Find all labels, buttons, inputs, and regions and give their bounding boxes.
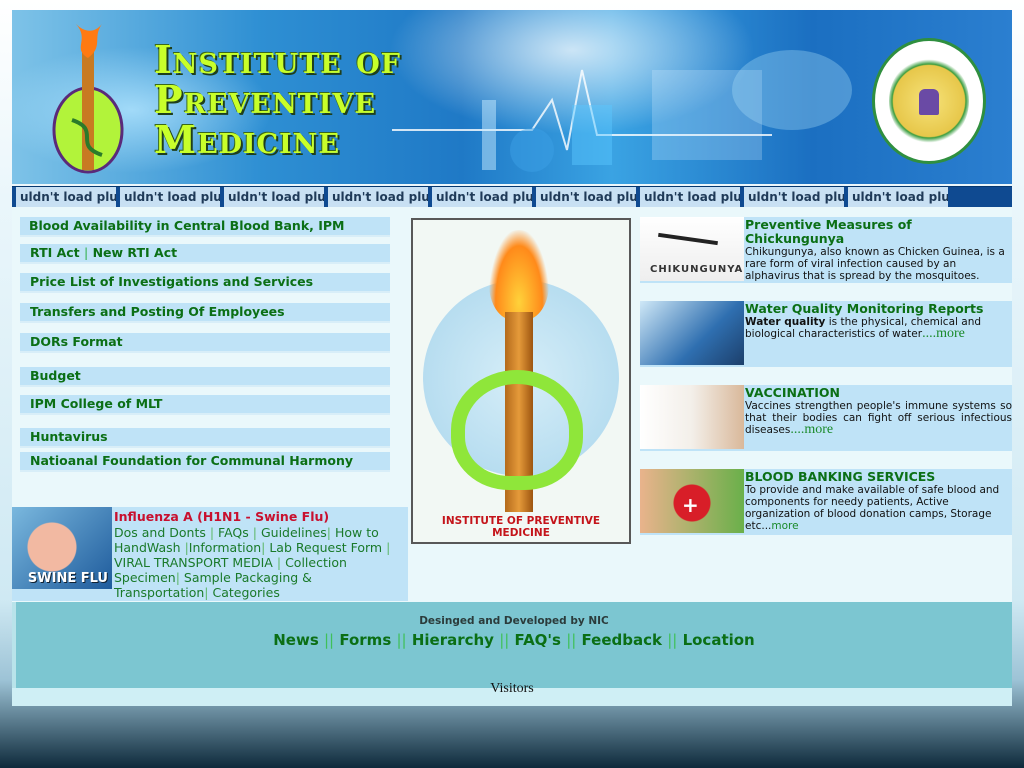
- plugin-placeholder[interactable]: uldn't load plug: [432, 187, 532, 207]
- link-faqs[interactable]: FAQs: [218, 525, 249, 540]
- nav-link-huntavirus[interactable]: Huntavirus: [20, 428, 390, 448]
- nav-link-dors-format[interactable]: DORs Format: [20, 333, 390, 353]
- link-separator: |: [209, 525, 215, 540]
- nav-link-blood-availability[interactable]: Blood Availability in Central Blood Bank…: [20, 217, 390, 237]
- plugin-placeholder[interactable]: uldn't load plug: [848, 187, 948, 207]
- plugin-placeholder[interactable]: uldn't load plug: [640, 187, 740, 207]
- news-body: BLOOD BANKING SERVICES To provide and ma…: [745, 470, 1012, 533]
- ipm-logo-panel: INSTITUTE OF PREVENTIVE MEDICINE: [411, 218, 631, 544]
- plugin-placeholder[interactable]: uldn't load plug: [16, 187, 116, 207]
- footer-link-faqs[interactable]: FAQ's: [515, 631, 561, 649]
- nav-link-budget[interactable]: Budget: [20, 367, 390, 387]
- news-item: VACCINATION Vaccines strengthen people's…: [640, 385, 1012, 451]
- link-separator: |: [204, 585, 209, 600]
- link-separator: |: [326, 525, 331, 540]
- header-banner: Institute of Preventive Medicine: [12, 10, 1012, 184]
- water-quality-thumbnail[interactable]: [640, 301, 744, 365]
- more-link[interactable]: ....more: [922, 326, 965, 341]
- news-body: Water Quality Monitoring Reports Water q…: [745, 302, 1012, 341]
- nav-link-new-rti-act[interactable]: New RTI Act: [93, 245, 178, 260]
- nav-item-rti: RTI Act | New RTI Act: [20, 244, 390, 264]
- swine-flu-badge: SWINE FLU: [27, 571, 108, 586]
- nav-link-communal-harmony[interactable]: Natioanal Foundation for Communal Harmon…: [20, 452, 390, 472]
- news-text-bold: Water quality: [745, 316, 826, 328]
- nav-link-rti-act[interactable]: RTI Act: [30, 245, 80, 260]
- page-container: Institute of Preventive Medicine uldn't …: [12, 10, 1012, 706]
- more-link[interactable]: more: [771, 520, 798, 532]
- lion-capital-icon: [919, 89, 939, 115]
- news-text: Vaccines strengthen people's immune syst…: [745, 400, 1012, 437]
- plugin-placeholder[interactable]: uldn't load plug: [328, 187, 428, 207]
- news-title[interactable]: BLOOD BANKING SERVICES: [745, 470, 1012, 484]
- link-information[interactable]: Information: [189, 540, 261, 555]
- visitors-counter-label: Visitors: [490, 681, 534, 696]
- title-line-1: Institute of: [154, 37, 401, 82]
- link-categories[interactable]: Categories: [212, 585, 279, 600]
- link-lab-request-form[interactable]: Lab Request Form: [269, 540, 382, 555]
- footer-separator: ||: [667, 631, 678, 649]
- link-dos-and-donts[interactable]: Dos and Donts: [114, 525, 206, 540]
- nav-separator: |: [84, 245, 89, 260]
- main-content: Blood Availability in Central Blood Bank…: [12, 207, 1012, 602]
- footer-separator: ||: [324, 631, 335, 649]
- footer-separator: ||: [499, 631, 510, 649]
- footer-link-hierarchy[interactable]: Hierarchy: [412, 631, 494, 649]
- swine-flu-title[interactable]: Influenza A (H1N1 - Swine Flu): [114, 509, 329, 524]
- link-separator: |: [252, 525, 257, 540]
- news-body: VACCINATION Vaccines strengthen people's…: [745, 386, 1012, 437]
- swine-flu-panel: SWINE FLU Influenza A (H1N1 - Swine Flu)…: [12, 507, 408, 601]
- link-separator: |: [175, 570, 180, 585]
- plugin-placeholder[interactable]: uldn't load plug: [744, 187, 844, 207]
- link-separator: |: [276, 555, 282, 570]
- swine-flu-links: Dos and Donts | FAQs | Guidelines| How t…: [114, 525, 399, 600]
- ipm-monogram-icon: [451, 370, 583, 490]
- link-separator: |: [386, 540, 391, 555]
- footer-link-forms[interactable]: Forms: [339, 631, 391, 649]
- logo-caption: INSTITUTE OF PREVENTIVE MEDICINE: [441, 515, 601, 539]
- site-title: Institute of Preventive Medicine: [154, 40, 401, 160]
- news-text: Chikungunya, also known as Chicken Guine…: [745, 246, 1005, 282]
- title-line-3: Medicine: [154, 117, 341, 162]
- footer-link-news[interactable]: News: [273, 631, 319, 649]
- footer-credit: Desinged and Developed by NIC: [419, 615, 609, 627]
- news-title[interactable]: VACCINATION: [745, 386, 1012, 400]
- nav-link-transfers[interactable]: Transfers and Posting Of Employees: [20, 303, 390, 323]
- link-viral-transport-media[interactable]: VIRAL TRANSPORT MEDIA: [114, 555, 273, 570]
- vaccination-thumbnail[interactable]: [640, 385, 744, 449]
- plugin-placeholder[interactable]: uldn't load plug: [120, 187, 220, 207]
- plugin-placeholder[interactable]: uldn't load plug: [224, 187, 324, 207]
- news-text: Water quality is the physical, chemical …: [745, 316, 1012, 341]
- news-title[interactable]: Preventive Measures of Chickungunya: [745, 218, 1012, 246]
- plus-icon: +: [682, 493, 699, 517]
- nav-link-ipm-college[interactable]: IPM College of MLT: [20, 395, 390, 415]
- government-seal-logo: [872, 38, 986, 164]
- news-item: + BLOOD BANKING SERVICES To provide and …: [640, 469, 1012, 535]
- plugin-placeholder[interactable]: uldn't load plug: [536, 187, 636, 207]
- footer-separator: ||: [396, 631, 407, 649]
- news-item: CHIKUNGUNYA Preventive Measures of Chick…: [640, 217, 1012, 283]
- news-text: To provide and make available of safe bl…: [745, 484, 1012, 532]
- footer-links: News || Forms || Hierarchy || FAQ's || F…: [16, 631, 1012, 649]
- footer-separator: ||: [566, 631, 577, 649]
- blood-banking-thumbnail[interactable]: +: [640, 469, 744, 533]
- link-guidelines[interactable]: Guidelines: [261, 525, 327, 540]
- title-line-2: Preventive: [154, 77, 377, 122]
- plugin-menu-bar: uldn't load plug uldn't load plug uldn't…: [12, 186, 1012, 207]
- torch-flame-icon: [489, 230, 549, 320]
- nav-link-price-list[interactable]: Price List of Investigations and Service…: [20, 273, 390, 293]
- swine-flu-image[interactable]: SWINE FLU: [12, 507, 112, 589]
- chikungunya-thumbnail[interactable]: CHIKUNGUNYA: [640, 217, 744, 281]
- more-link[interactable]: ....more: [790, 422, 833, 437]
- link-separator: |: [261, 540, 266, 555]
- footer: Desinged and Developed by NIC News || Fo…: [12, 602, 1012, 688]
- news-title[interactable]: Water Quality Monitoring Reports: [745, 302, 1012, 316]
- footer-link-location[interactable]: Location: [683, 631, 755, 649]
- thumbnail-caption: CHIKUNGUNYA: [650, 264, 744, 275]
- news-item: Water Quality Monitoring Reports Water q…: [640, 301, 1012, 367]
- news-text-rest: Vaccines strengthen people's immune syst…: [745, 400, 1012, 436]
- mosquito-icon: [658, 232, 718, 246]
- news-body: Preventive Measures of Chickungunya Chik…: [745, 218, 1012, 283]
- footer-link-feedback[interactable]: Feedback: [582, 631, 662, 649]
